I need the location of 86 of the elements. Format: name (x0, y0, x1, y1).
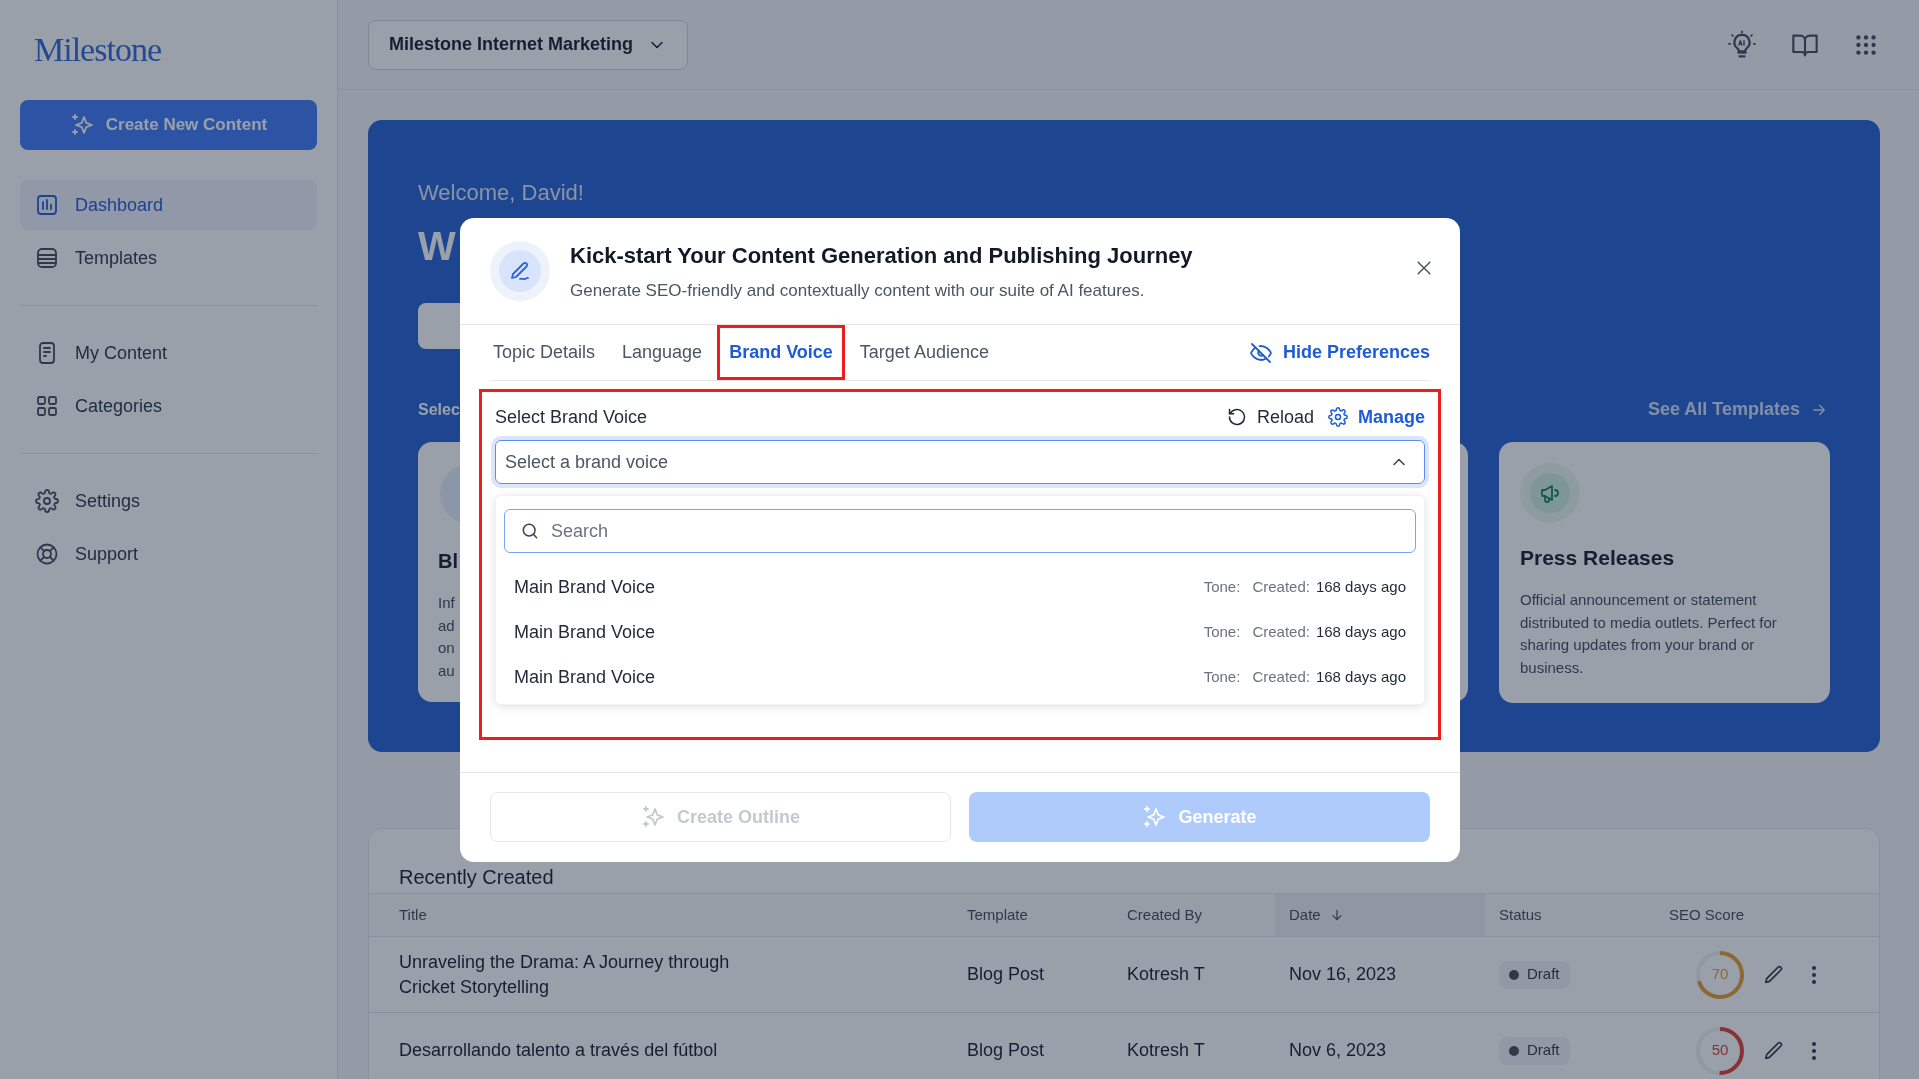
list-icon (35, 246, 59, 270)
brand-voice-option[interactable]: Main Brand Voice Tone: Created: 168 days ago (504, 655, 1416, 700)
more-icon[interactable] (1811, 963, 1817, 986)
brand-voice-option[interactable]: Main Brand Voice Tone: Created: 168 days ago (504, 610, 1416, 655)
table-cell-text: Desarrollando talento a través del fútbol (398, 1039, 719, 1062)
greeting-text: Welcome, David! (418, 179, 584, 207)
reload-icon (1226, 407, 1247, 427)
search-field[interactable]: Search (504, 509, 1416, 553)
lifebuoy-icon (35, 542, 59, 566)
column-header[interactable]: Title (385, 894, 953, 936)
grid-icon (35, 394, 59, 418)
column-header[interactable]: Date (1275, 894, 1485, 936)
nav-item[interactable]: Templates (20, 233, 317, 283)
seo-score-ring (1695, 1025, 1745, 1076)
edit-icon[interactable] (1763, 1039, 1785, 1062)
table-cell-text: Kotresh T (1126, 1039, 1206, 1062)
table-cell-text: Kotresh T (1126, 963, 1206, 986)
nav-item[interactable]: My Content (20, 328, 317, 378)
more-icon[interactable] (1811, 1039, 1817, 1062)
seo-score-ring (1695, 949, 1745, 1000)
sparkle-icon (69, 113, 94, 137)
nav-item[interactable]: Settings (20, 476, 317, 526)
status-badge: Draft (1499, 960, 1570, 989)
nav-item[interactable]: Support (20, 529, 317, 579)
created-value: 168 days ago (1315, 667, 1406, 688)
banner-heading: W (418, 223, 456, 270)
table-cell-text: Blog Post (966, 1039, 1046, 1062)
pen-icon (508, 259, 532, 283)
hide-preferences-button[interactable]: Hide Preferences (1248, 325, 1430, 380)
brand-voice-option[interactable]: Main Brand Voice Tone: Created: 168 days ago (504, 565, 1416, 610)
table-cell-text: Nov 16, 2023 (1288, 963, 1398, 986)
tab[interactable]: Target Audience (847, 325, 1001, 380)
modal-title: Kick-start Your Content Generation and Publishing Journey (570, 241, 1193, 270)
created-value: 168 days ago (1315, 577, 1406, 598)
created-label: Created: (1252, 667, 1310, 688)
section-label: Selec (418, 400, 460, 420)
chart-icon (35, 193, 59, 217)
tab[interactable]: Language (610, 325, 715, 380)
tab[interactable]: Brand Voice (717, 325, 845, 380)
column-header[interactable]: Status (1485, 894, 1655, 936)
field-label: Select Brand Voice (495, 405, 648, 429)
column-header[interactable]: Created By (1113, 894, 1275, 936)
panel-title: Recently Created (398, 865, 555, 890)
lightbulb-icon[interactable] (1727, 29, 1757, 60)
create-content-button[interactable]: Create New Content (20, 100, 317, 150)
settings-icon (1327, 407, 1348, 427)
logo[interactable]: Milestone (34, 30, 161, 70)
option-name: Main Brand Voice (514, 621, 656, 644)
card-title: Bl (438, 549, 458, 574)
edit-icon[interactable] (1763, 963, 1785, 986)
template-card[interactable]: Press Releases Official announcement or statement distributed to media outlets. Perfect for sharing updates from your brand or business. (1499, 442, 1830, 703)
sparkle-icon (641, 805, 665, 829)
option-name: Main Brand Voice (514, 666, 656, 689)
nav-item[interactable]: Dashboard (20, 180, 317, 230)
modal-subtitle: Generate SEO-friendly and contextually content with our suite of AI features. (570, 279, 1146, 302)
settings-icon (35, 489, 59, 513)
nav-item[interactable]: Categories (20, 381, 317, 431)
column-header[interactable]: SEO Score (1655, 894, 1763, 936)
card-description: Official announcement or statement distributed to media outlets. Perfect for sharing updates from your brand or business. (1520, 590, 1778, 678)
manage-button[interactable]: Manage (1327, 403, 1425, 431)
seo-score: 70 (1710, 964, 1730, 985)
eye-off-icon (1248, 340, 1273, 365)
table-cell-text: Blog Post (966, 963, 1046, 986)
card-description: Inf (438, 593, 455, 613)
search-icon (520, 521, 540, 541)
tone-label: Tone: (1203, 577, 1241, 598)
sparkle-icon (1142, 805, 1167, 829)
card-title: Press Releases (1520, 545, 1675, 571)
column-header[interactable]: Template (953, 894, 1113, 936)
card-description: au (438, 660, 455, 681)
table-cell-text: Unraveling the Drama: A Journey through Cricket Storytelling (398, 950, 731, 999)
card-description: on (438, 638, 455, 658)
tab[interactable]: Topic Details (481, 325, 608, 380)
tone-label: Tone: (1203, 667, 1241, 688)
workspace-dropdown[interactable]: Milestone Internet Marketing (368, 19, 689, 70)
see-all-templates-link[interactable]: See All Templates (1647, 396, 1828, 423)
seo-score: 50 (1710, 1040, 1730, 1061)
status-badge: Draft (1499, 1036, 1570, 1065)
created-value: 168 days ago (1315, 622, 1406, 643)
tone-label: Tone: (1203, 622, 1241, 643)
table-cell-text: Nov 6, 2023 (1288, 1039, 1388, 1062)
created-label: Created: (1252, 577, 1310, 598)
card-description: ad (438, 615, 455, 636)
option-name: Main Brand Voice (514, 576, 656, 599)
created-label: Created: (1252, 622, 1310, 643)
reload-button[interactable]: Reload (1226, 403, 1314, 431)
